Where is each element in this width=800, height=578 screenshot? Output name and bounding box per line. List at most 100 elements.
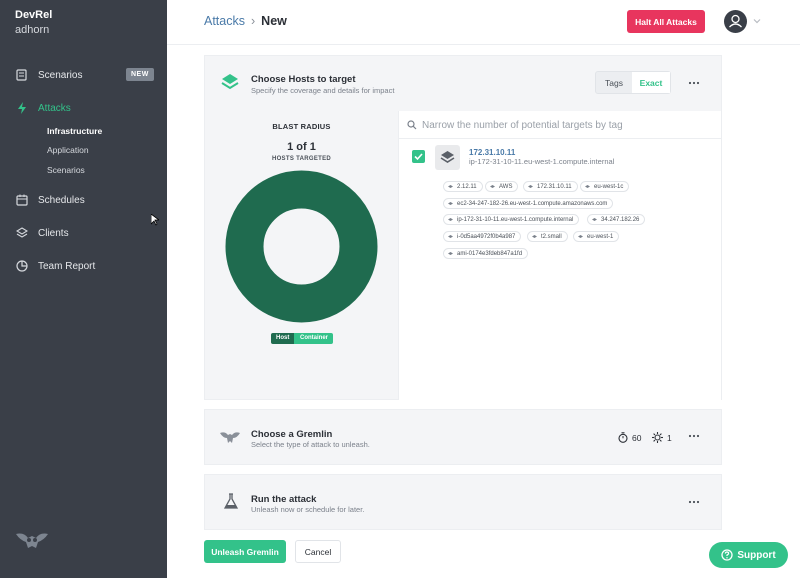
page-title: New	[261, 14, 287, 28]
help-circle-icon	[721, 549, 733, 561]
host-tag[interactable]: 34.247.182.26	[587, 214, 646, 225]
tag-layers-icon	[448, 185, 453, 188]
chevron-down-icon[interactable]	[752, 16, 762, 26]
hosts-layers-icon	[221, 74, 239, 90]
gremlin-card-title: Choose a Gremlin	[251, 429, 333, 440]
host-checkbox[interactable]	[412, 150, 425, 163]
sidebar-item-team-report[interactable]: Team Report	[0, 254, 167, 278]
blast-radius-donut	[225, 170, 378, 323]
run-card-subtitle: Unleash now or schedule for later.	[251, 505, 365, 514]
host-tag[interactable]: AWS	[485, 181, 519, 192]
gremlin-card-subtitle: Select the type of attack to unleash.	[251, 440, 370, 449]
avatar[interactable]	[724, 10, 747, 33]
scenarios-icon	[16, 69, 27, 81]
gremlin-icon	[220, 432, 240, 443]
host-tag-label: eu-west-1	[587, 234, 614, 240]
host-type-badge	[435, 145, 460, 170]
host-tag[interactable]: 2.12.11	[443, 181, 483, 192]
pie-chart-icon	[16, 260, 28, 272]
breadcrumb: Attacks › New	[204, 14, 287, 28]
tag-layers-icon	[448, 218, 453, 221]
host-tag[interactable]: i-0d5aa4972f0b4a987	[443, 231, 522, 242]
host-fqdn: ip-172-31-10-11.eu-west-1.compute.intern…	[469, 157, 615, 166]
host-ip: 172.31.10.11	[469, 148, 516, 157]
unleash-gremlin-button[interactable]: Unleash Gremlin	[204, 540, 286, 563]
calendar-icon	[16, 194, 28, 206]
user-name: adhorn	[15, 24, 50, 36]
host-tag-label: t2.small	[541, 234, 562, 240]
host-tag[interactable]: eu-west-1c	[580, 181, 630, 192]
sidebar-item-label: Scenarios	[38, 70, 83, 81]
hosts-targeted-count: 1 of 1	[287, 141, 316, 153]
support-label: Support	[737, 549, 776, 561]
breadcrumb-separator-icon: ›	[251, 14, 256, 28]
tag-layers-icon	[490, 185, 495, 188]
host-layers-icon	[440, 151, 455, 163]
tab-exact[interactable]: Exact	[632, 72, 670, 93]
host-tag-label: ip-172-31-10-11.eu-west-1.compute.intern…	[457, 217, 574, 223]
tag-layers-icon	[585, 185, 590, 188]
mouse-cursor-icon	[151, 214, 159, 226]
halt-all-attacks-button[interactable]: Halt All Attacks	[627, 10, 705, 33]
sidebar-item-schedules[interactable]: Schedules	[0, 188, 167, 212]
blast-radius-title: BLAST RADIUS	[272, 122, 331, 131]
sidebar-item-label: Schedules	[38, 195, 85, 206]
header-divider	[167, 44, 800, 45]
tag-layers-icon	[448, 235, 453, 238]
tab-tags[interactable]: Tags	[596, 72, 632, 93]
breadcrumb-attacks-link[interactable]: Attacks	[204, 14, 245, 28]
toggle-host[interactable]: Host	[271, 333, 295, 344]
sidebar: DevRel adhorn Scenarios NEW Attacks Infr…	[0, 0, 167, 578]
sidebar-item-scenarios[interactable]: Scenarios NEW	[0, 63, 167, 87]
host-tag-label: ami-0174e3fdeb847a1fd	[457, 251, 523, 257]
toggle-container[interactable]: Container	[294, 333, 334, 344]
host-tag-label: 172.31.10.11	[537, 184, 572, 190]
tag-layers-icon	[448, 252, 453, 255]
host-tag-label: i-0d5aa4972f0b4a987	[457, 234, 516, 240]
tag-layers-icon	[532, 235, 537, 238]
flask-icon	[224, 493, 238, 509]
tag-layers-icon	[592, 218, 597, 221]
org-name: DevRel	[15, 9, 53, 21]
tag-layers-icon	[528, 185, 533, 188]
cancel-button[interactable]: Cancel	[295, 540, 341, 563]
hosts-targeted-label: HOSTS TARGETED	[271, 156, 332, 162]
host-tag[interactable]: t2.small	[527, 231, 568, 242]
hosts-card-title: Choose Hosts to target	[251, 74, 356, 85]
layers-icon	[16, 227, 28, 238]
new-badge: NEW	[126, 68, 154, 81]
host-tag[interactable]: ec2-34-247-182-26.eu-west-1.compute.amaz…	[443, 198, 614, 209]
sidebar-item-attacks[interactable]: Attacks	[0, 96, 167, 120]
checkmark-icon	[414, 153, 423, 161]
host-tag-label: ec2-34-247-182-26.eu-west-1.compute.amaz…	[457, 201, 608, 207]
bolt-icon	[18, 102, 26, 114]
support-button[interactable]: Support	[709, 542, 788, 568]
sidebar-item-label: Team Report	[38, 261, 96, 272]
stopwatch-icon	[618, 432, 628, 443]
more-options-icon[interactable]	[688, 500, 700, 504]
hosts-card-subtitle: Specify the coverage and details for imp…	[251, 86, 395, 95]
user-avatar-icon	[729, 14, 742, 28]
host-tag-label: 2.12.11	[457, 184, 477, 190]
sidebar-subitem-scenarios[interactable]: Scenarios	[47, 165, 85, 175]
search-icon	[407, 120, 417, 130]
tag-layers-icon	[578, 235, 583, 238]
gremlin-logo-icon	[16, 533, 48, 548]
sidebar-item-clients[interactable]: Clients	[0, 221, 167, 245]
host-tag[interactable]: ip-172-31-10-11.eu-west-1.compute.intern…	[443, 214, 580, 225]
target-mode-toggle: Tags Exact	[595, 71, 671, 94]
more-options-icon[interactable]	[688, 434, 700, 438]
cpu-cores-icon	[652, 432, 663, 443]
host-tag-label: eu-west-1c	[594, 184, 624, 190]
donut-fill-arc	[225, 170, 378, 323]
host-tag[interactable]: eu-west-1	[573, 231, 620, 242]
host-tag-label: AWS	[499, 184, 513, 190]
sidebar-subitem-application[interactable]: Application	[47, 145, 89, 155]
sidebar-subitem-infrastructure[interactable]: Infrastructure	[47, 126, 102, 136]
sidebar-item-label: Attacks	[38, 103, 71, 114]
host-tag[interactable]: ami-0174e3fdeb847a1fd	[443, 248, 529, 259]
tag-search-input[interactable]	[422, 116, 712, 134]
more-options-icon[interactable]	[688, 81, 700, 85]
host-tag[interactable]: 172.31.10.11	[523, 181, 578, 192]
run-card-title: Run the attack	[251, 494, 317, 505]
